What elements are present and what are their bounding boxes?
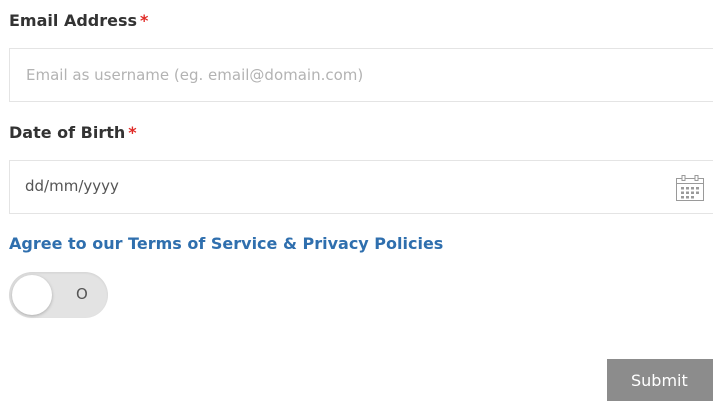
dob-label-text: Date of Birth — [9, 123, 126, 142]
email-input[interactable] — [10, 49, 713, 101]
date-of-birth-value: dd/mm/yyyy — [25, 177, 119, 195]
toggle-state-text: O — [76, 285, 88, 303]
required-marker: * — [140, 11, 149, 30]
email-label: Email Address * — [9, 11, 148, 30]
toggle-knob — [12, 275, 52, 315]
calendar-icon[interactable] — [675, 174, 705, 202]
email-label-text: Email Address — [9, 11, 138, 30]
required-marker: * — [128, 123, 137, 142]
dob-label: Date of Birth * — [9, 123, 137, 142]
terms-agree-toggle[interactable]: O — [9, 272, 108, 318]
terms-privacy-link[interactable]: Agree to our Terms of Service & Privacy … — [9, 234, 443, 253]
email-field-wrapper — [9, 48, 713, 102]
submit-button[interactable]: Submit — [607, 359, 713, 401]
date-of-birth-input[interactable]: dd/mm/yyyy — [9, 160, 713, 214]
